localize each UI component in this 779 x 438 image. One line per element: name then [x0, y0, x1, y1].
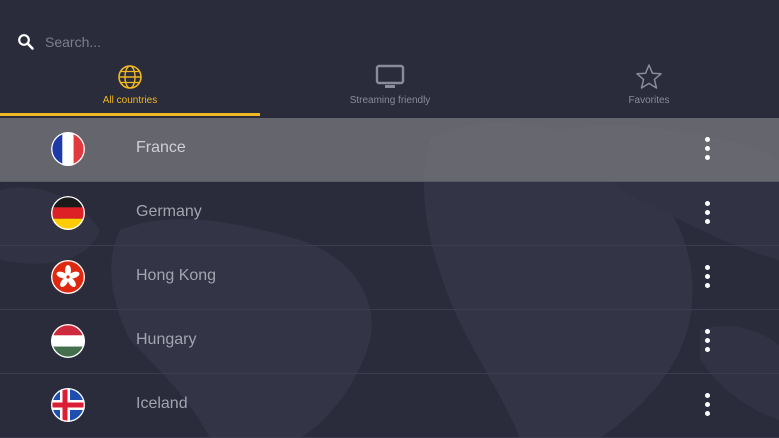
list-item-iceland[interactable]: Iceland	[0, 374, 779, 438]
tab-label: All countries	[102, 95, 158, 106]
more-options-icon[interactable]	[697, 390, 719, 420]
more-options-icon[interactable]	[697, 262, 719, 292]
globe-icon	[118, 65, 142, 89]
category-tabs: All countries Streaming friendly Favorit…	[0, 60, 779, 116]
search-input[interactable]	[45, 30, 465, 54]
france-flag-icon	[51, 132, 85, 166]
more-options-icon[interactable]	[697, 198, 719, 228]
search-bar[interactable]	[0, 26, 779, 58]
list-item-hungary[interactable]: Hungary	[0, 310, 779, 374]
hong-kong-flag-icon	[51, 260, 85, 294]
tab-label: Streaming friendly	[349, 95, 431, 106]
country-list: France Germany Hong Kong Hungary Iceland	[0, 118, 779, 438]
country-name: Hong Kong	[136, 267, 217, 284]
tab-all-countries[interactable]: All countries	[0, 60, 260, 116]
tab-label: Favorites	[628, 95, 670, 106]
more-options-icon[interactable]	[697, 134, 719, 164]
germany-flag-icon	[51, 196, 85, 230]
country-name: Iceland	[136, 395, 188, 412]
hungary-flag-icon	[51, 324, 85, 358]
active-tab-indicator	[0, 113, 260, 116]
country-name: Hungary	[136, 331, 197, 348]
search-icon	[18, 34, 34, 50]
country-name: Germany	[136, 203, 202, 220]
tv-icon	[375, 64, 405, 88]
country-name: France	[136, 139, 186, 156]
tab-favorites[interactable]: Favorites	[519, 60, 779, 116]
list-item-france[interactable]: France	[0, 118, 779, 182]
star-icon	[636, 64, 662, 89]
list-item-germany[interactable]: Germany	[0, 182, 779, 246]
tab-streaming-friendly[interactable]: Streaming friendly	[260, 60, 520, 116]
iceland-flag-icon	[51, 388, 85, 422]
more-options-icon[interactable]	[697, 326, 719, 356]
list-item-hong-kong[interactable]: Hong Kong	[0, 246, 779, 310]
